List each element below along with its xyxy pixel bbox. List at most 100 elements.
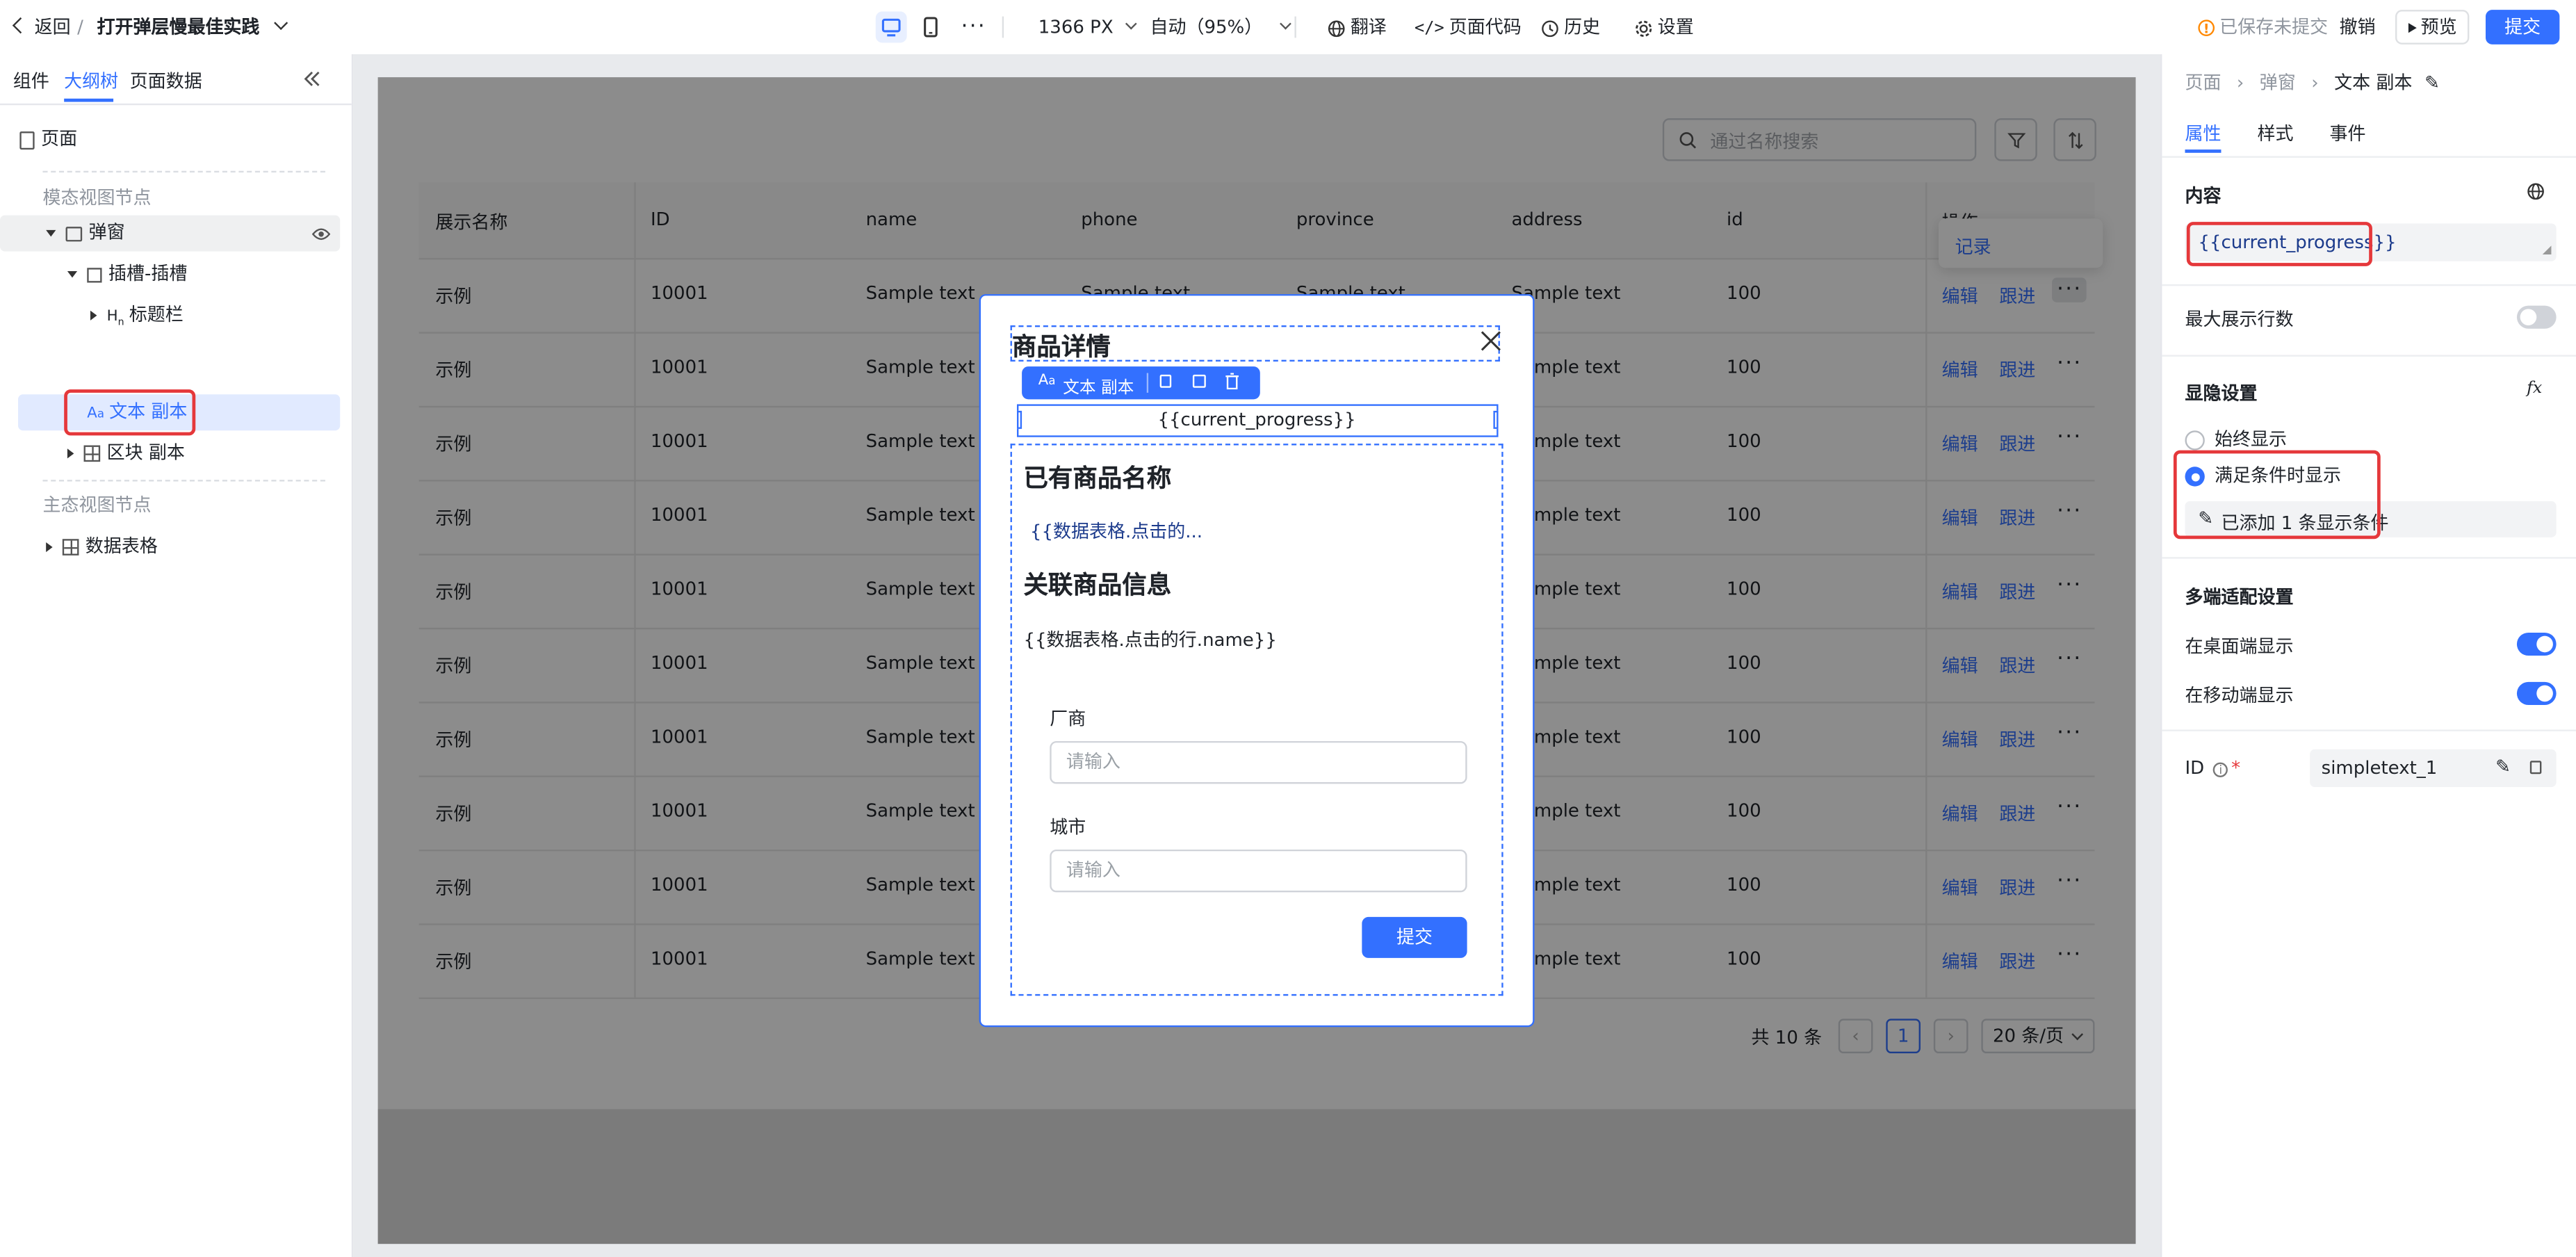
copy-icon[interactable] <box>2529 761 2542 775</box>
globe-icon <box>1328 19 1345 36</box>
divider <box>2162 156 2576 158</box>
preview-button[interactable]: 预览 <box>2395 10 2470 44</box>
copy-button[interactable] <box>1159 374 1172 388</box>
fx-icon[interactable]: fx <box>2527 380 2542 398</box>
close-button[interactable] <box>1481 330 1502 357</box>
grid-icon <box>83 445 101 462</box>
active-tab-indicator <box>2185 149 2222 153</box>
related-product-heading: 关联商品信息 <box>1023 570 1172 600</box>
max-lines-toggle[interactable] <box>2516 305 2557 329</box>
chevron-down-icon <box>273 16 288 31</box>
tab-outline-tree[interactable]: 大纲树 <box>64 67 118 94</box>
divider <box>1002 16 1004 38</box>
city-input[interactable]: 请输入 <box>1050 849 1467 893</box>
breadcrumb: 页面 › 弹窗 › 文本 副本 ✎ <box>2185 69 2439 95</box>
design-canvas: 通过名称搜索 展示名称 ID name phone province addre… <box>353 54 2161 1257</box>
zoom-dropdown[interactable]: 自动（95%） <box>1150 0 1291 54</box>
related-product-value: {{数据表格.点击的行.name}} <box>1023 629 1277 651</box>
mobile-display-label: 在移动端显示 <box>2185 685 2294 707</box>
tree-node-slot[interactable]: 插槽-插槽 <box>67 258 187 291</box>
edit-icon[interactable]: ✎ <box>2495 756 2511 777</box>
breadcrumb-item[interactable]: 页面 <box>2185 72 2221 94</box>
undo-button[interactable]: 撤销 <box>2340 0 2376 54</box>
divider <box>2162 284 2576 286</box>
id-input[interactable]: simpletext_1 ✎ <box>2310 749 2557 788</box>
chevron-left-icon <box>12 17 29 34</box>
duplicate-button[interactable] <box>1192 374 1206 388</box>
more-icon[interactable]: ··· <box>961 0 986 54</box>
modal-title: 商品详情 <box>1011 332 1111 362</box>
visibility-label: 显隐设置 <box>2185 382 2258 405</box>
product-detail-modal: 商品详情 Aa 文本 副本 {{current_progress}} 已有商品名… <box>979 294 1535 1028</box>
divider <box>42 480 325 482</box>
history-button[interactable]: 历史 <box>1541 0 1600 54</box>
divider <box>2162 557 2576 559</box>
tree-node-data-table[interactable]: 数据表格 <box>46 530 158 563</box>
submit-button[interactable]: 提交 <box>2486 10 2560 44</box>
globe-icon[interactable] <box>2527 182 2545 200</box>
text-icon: Aa <box>1038 373 1056 390</box>
content-label: 内容 <box>2185 186 2222 207</box>
tab-style[interactable]: 样式 <box>2257 120 2293 147</box>
heading-icon: Hn <box>106 309 124 329</box>
top-bar: 返回 / 打开弹层慢最佳实践 ··· 1366 PX 自动（95%） 翻译 </… <box>0 0 2576 56</box>
clock-icon <box>1542 19 1558 36</box>
caret-down-icon <box>46 229 56 237</box>
tree-node-block-copy[interactable]: 区块 副本 <box>67 437 185 470</box>
chevron-down-icon <box>1125 17 1138 30</box>
modal-submit-button[interactable]: 提交 <box>1362 916 1467 958</box>
eye-icon[interactable] <box>311 225 331 247</box>
vendor-input[interactable]: 请输入 <box>1050 740 1467 784</box>
mobile-icon <box>924 17 938 38</box>
table-icon <box>62 539 79 555</box>
breadcrumb-item[interactable]: 弹窗 <box>2260 72 2296 94</box>
code-icon: </> <box>1414 19 1444 38</box>
resize-handle[interactable] <box>1017 410 1022 429</box>
delete-button[interactable] <box>1225 373 1239 390</box>
translate-button[interactable]: 翻译 <box>1328 0 1387 54</box>
tab-page-data[interactable]: 页面数据 <box>130 67 202 94</box>
save-status: ! 已保存未提交 <box>2198 0 2328 54</box>
page-code-button[interactable]: </> 页面代码 <box>1415 0 1522 54</box>
chevron-right-icon: › <box>2236 72 2244 94</box>
edit-icon[interactable]: ✎ <box>2424 72 2440 94</box>
divider <box>1146 373 1149 393</box>
desktop-display-label: 在桌面端显示 <box>2185 635 2294 658</box>
chevron-right-icon: › <box>2311 72 2319 94</box>
canvas-lower-area <box>377 1109 2136 1244</box>
breadcrumb-separator: / <box>77 16 83 38</box>
divider <box>42 170 325 173</box>
mobile-view-button[interactable] <box>915 12 946 43</box>
component-toolbar: Aa 文本 副本 <box>1022 366 1260 400</box>
city-label: 城市 <box>1050 816 1086 838</box>
tree-node-popup[interactable]: 弹窗 <box>46 217 125 250</box>
divider <box>1294 16 1296 38</box>
tree-node-page[interactable]: 页面 <box>19 123 77 156</box>
resolution-dropdown[interactable]: 1366 PX <box>1038 0 1138 54</box>
desktop-icon <box>881 18 901 37</box>
main-section-label: 主态视图节点 <box>42 494 152 517</box>
tree-node-title-bar[interactable]: Hn 标题栏 <box>90 299 184 332</box>
mobile-display-toggle[interactable] <box>2516 681 2557 705</box>
page-title-dropdown[interactable]: 打开弹层慢最佳实践 <box>97 0 288 54</box>
divider <box>2162 729 2576 731</box>
multi-device-label: 多端适配设置 <box>2185 586 2294 608</box>
resize-grip-icon: ◢ <box>2542 243 2552 257</box>
desktop-view-button[interactable] <box>875 11 907 43</box>
resize-handle[interactable] <box>1493 410 1499 429</box>
caret-right-icon <box>67 448 74 459</box>
selected-text-element[interactable]: {{current_progress}} <box>1017 404 1499 437</box>
trash-icon <box>1225 373 1239 390</box>
settings-button[interactable]: 设置 <box>1635 0 1694 54</box>
tab-components[interactable]: 组件 <box>13 67 49 94</box>
divider <box>2162 355 2576 357</box>
caret-right-icon <box>90 310 97 321</box>
radio-always-show[interactable]: 始终显示 <box>2185 425 2287 452</box>
collapse-panel-button[interactable] <box>302 69 322 93</box>
back-button[interactable]: 返回 <box>12 0 71 54</box>
desktop-display-toggle[interactable] <box>2516 632 2557 656</box>
info-icon[interactable]: i <box>2213 761 2228 777</box>
id-label: ID i * <box>2185 757 2241 779</box>
tab-properties[interactable]: 属性 <box>2185 120 2221 147</box>
tab-events[interactable]: 事件 <box>2329 120 2365 147</box>
